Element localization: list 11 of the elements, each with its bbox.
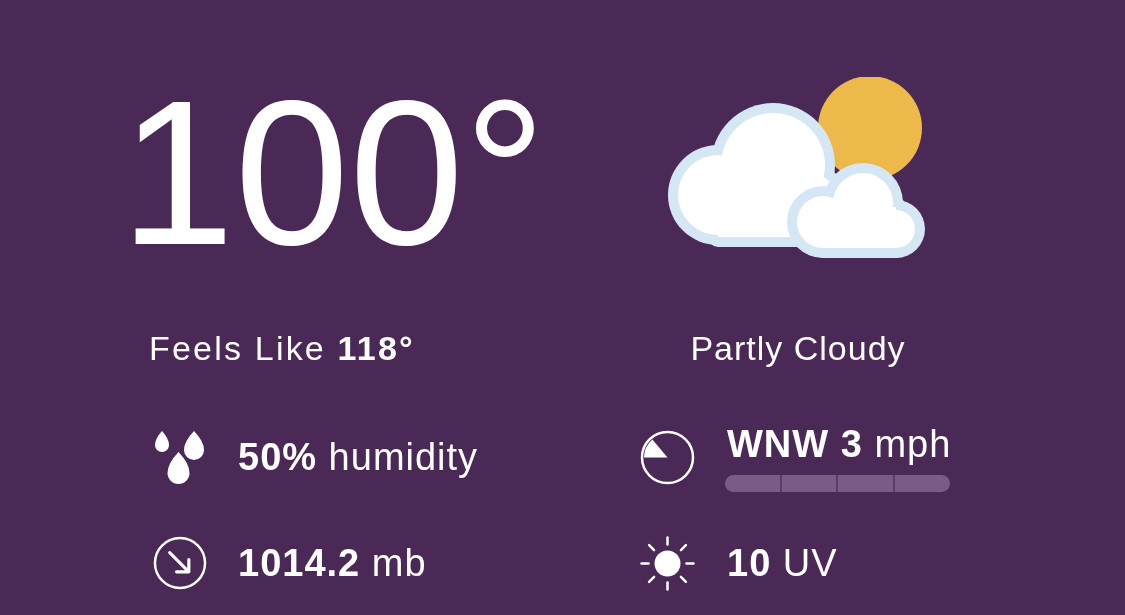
condition-label: Partly Cloudy bbox=[690, 329, 906, 367]
pie-wedge-dial-icon bbox=[640, 429, 695, 485]
water-drops-icon bbox=[153, 430, 207, 484]
sun-icon bbox=[640, 535, 695, 591]
uv-index-reading: 10 UV bbox=[727, 541, 838, 585]
pressure-reading: 1014.2 mb bbox=[238, 541, 427, 585]
wind-reading: WNW 3 mph bbox=[727, 422, 952, 466]
humidity-reading: 50% humidity bbox=[238, 435, 479, 479]
feels-like-text: Feels Like 118° bbox=[149, 329, 415, 367]
temperature-reading: 100° bbox=[120, 70, 547, 276]
sun-behind-clouds-icon bbox=[668, 77, 925, 258]
